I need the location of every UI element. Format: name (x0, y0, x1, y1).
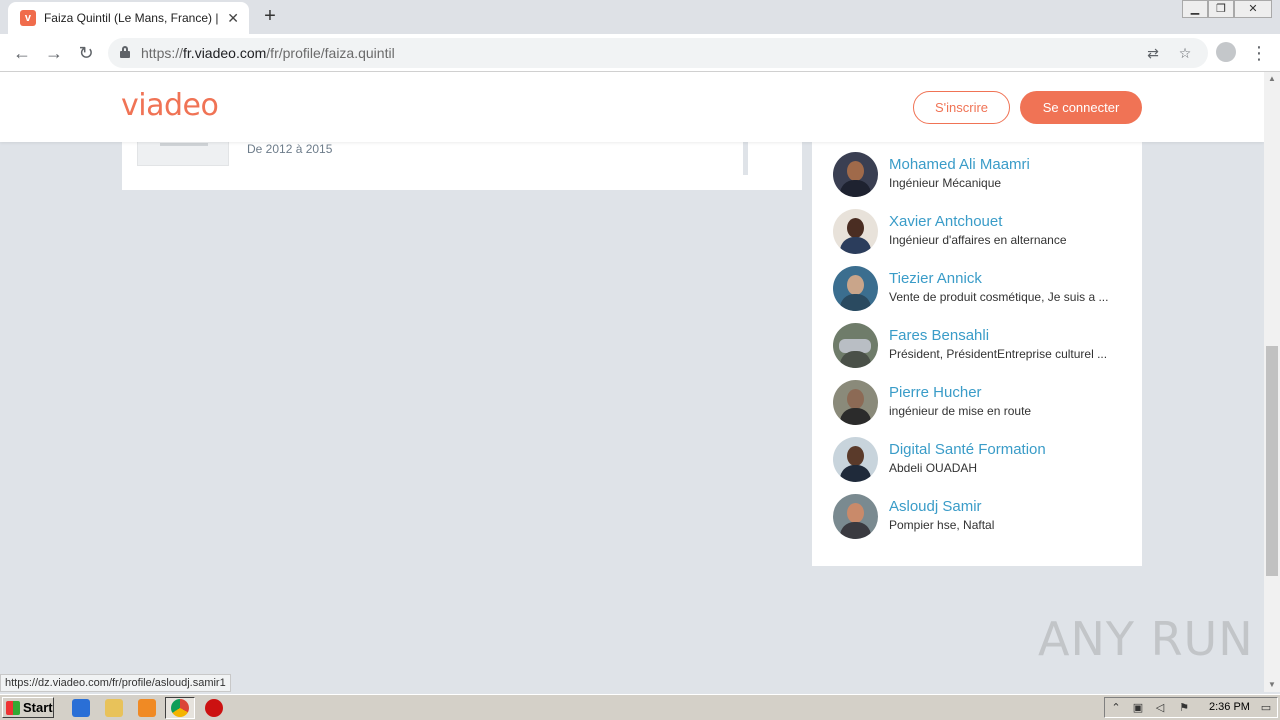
person-title: ingénieur de mise en route (889, 404, 1032, 418)
web-page: viadeo S'inscrire Se connecter De 2012 à… (0, 72, 1264, 692)
person-name[interactable]: Fares Bensahli (889, 327, 989, 344)
scroll-thumb[interactable] (1266, 346, 1278, 576)
avatar[interactable] (833, 152, 878, 197)
opera-icon[interactable] (205, 699, 223, 717)
person-title: Président, PrésidentEntreprise culturel … (889, 347, 1108, 361)
clock: 2:36 PM (1209, 701, 1250, 713)
education-dates: De 2012 à 2015 (247, 142, 333, 156)
person-name[interactable]: Asloudj Samir (889, 498, 982, 515)
bookmark-star-icon[interactable]: ☆ (1176, 44, 1194, 62)
person-name[interactable]: Mohamed Ali Maamri (889, 156, 1030, 173)
list-item[interactable]: Mohamed Ali Maamri Ingénieur Mécanique (833, 152, 1133, 200)
system-tray: ⌃ ▣ ◁ ⚑ 2:36 PM ▭ (1104, 697, 1278, 718)
anyrun-watermark: ANY RUN (1038, 612, 1254, 666)
network-icon[interactable]: ▣ (1131, 701, 1145, 715)
viadeo-favicon-icon: v (20, 10, 36, 26)
person-name[interactable]: Pierre Hucher (889, 384, 982, 401)
person-title: Abdeli OUADAH (889, 461, 978, 475)
person-title: Ingénieur Mécanique (889, 176, 1002, 190)
site-header: viadeo S'inscrire Se connecter (0, 72, 1264, 142)
show-desktop-icon[interactable]: ▭ (1259, 701, 1273, 715)
scroll-down-icon[interactable]: ▼ (1264, 678, 1280, 692)
reload-icon[interactable]: ↻ (74, 42, 98, 64)
person-name[interactable]: Xavier Antchouet (889, 213, 1002, 230)
translate-icon[interactable]: ⇄ (1144, 44, 1162, 62)
avatar[interactable] (833, 266, 878, 311)
list-item[interactable]: Pierre Hucher ingénieur de mise en route (833, 380, 1133, 428)
tab-title: Faiza Quintil (Le Mans, France) | Viadeo (43, 11, 221, 25)
start-button[interactable]: Start (2, 697, 54, 718)
minimize-icon[interactable]: ▁ (1182, 0, 1208, 18)
person-name[interactable]: Tiezier Annick (889, 270, 982, 287)
volume-icon[interactable]: ◁ (1153, 701, 1167, 715)
start-label: Start (23, 700, 53, 715)
media-player-icon[interactable] (138, 699, 156, 717)
new-tab-icon[interactable]: + (259, 5, 281, 27)
menu-dots-icon[interactable]: ⋮ (1250, 42, 1268, 64)
chrome-icon[interactable] (171, 699, 189, 717)
avatar[interactable] (833, 209, 878, 254)
browser-tab-strip: v Faiza Quintil (Le Mans, France) | Viad… (0, 0, 1280, 34)
person-title: Vente de produit cosmétique, Je suis a .… (889, 290, 1109, 304)
back-arrow-icon[interactable]: ← (10, 42, 34, 64)
viadeo-logo[interactable]: viadeo (121, 88, 219, 123)
windows-logo-icon (6, 700, 20, 715)
list-item[interactable]: Xavier Antchouet Ingénieur d'affaires en… (833, 209, 1133, 257)
list-item[interactable]: Asloudj Samir Pompier hse, Naftal (833, 494, 1133, 542)
browser-tab[interactable]: v Faiza Quintil (Le Mans, France) | Viad… (8, 2, 249, 34)
list-item[interactable]: Digital Santé Formation Abdeli OUADAH (833, 437, 1133, 485)
forward-arrow-icon[interactable]: → (42, 42, 66, 64)
browser-toolbar: ← → ↻ https://fr.viadeo.com/fr/profile/f… (0, 34, 1280, 72)
flag-icon[interactable]: ⚑ (1177, 701, 1191, 715)
avatar[interactable] (833, 323, 878, 368)
taskbar: Start ⌃ ▣ ◁ ⚑ 2:36 PM ▭ (0, 694, 1280, 720)
tray-expand-icon[interactable]: ⌃ (1109, 701, 1123, 715)
profile-avatar-icon[interactable] (1216, 42, 1236, 62)
restore-icon[interactable]: ❐ (1208, 0, 1234, 18)
page-scrollbar[interactable]: ▲ ▼ (1264, 72, 1280, 692)
person-title: Pompier hse, Naftal (889, 518, 995, 532)
avatar[interactable] (833, 380, 878, 425)
similar-profiles-card: Mohamed Ali Maamri Ingénieur Mécanique X… (812, 112, 1142, 566)
person-title: Ingénieur d'affaires en alternance (889, 233, 1067, 247)
window-close-icon[interactable]: ✕ (1234, 0, 1272, 18)
tab-close-icon[interactable]: ✕ (227, 10, 239, 27)
folder-icon[interactable] (105, 699, 123, 717)
status-url: https://dz.viadeo.com/fr/profile/asloudj… (0, 674, 231, 692)
lock-icon (120, 46, 130, 58)
avatar[interactable] (833, 494, 878, 539)
login-button[interactable]: Se connecter (1020, 91, 1142, 124)
avatar[interactable] (833, 437, 878, 482)
signup-button[interactable]: S'inscrire (913, 91, 1010, 124)
person-name[interactable]: Digital Santé Formation (889, 441, 1046, 458)
url-text: https://fr.viadeo.com/fr/profile/faiza.q… (141, 45, 395, 61)
scroll-up-icon[interactable]: ▲ (1264, 72, 1280, 86)
list-item[interactable]: Tiezier Annick Vente de produit cosmétiq… (833, 266, 1133, 314)
internet-explorer-icon[interactable] (72, 699, 90, 717)
address-bar[interactable]: https://fr.viadeo.com/fr/profile/faiza.q… (108, 38, 1208, 68)
list-item[interactable]: Fares Bensahli Président, PrésidentEntre… (833, 323, 1133, 371)
